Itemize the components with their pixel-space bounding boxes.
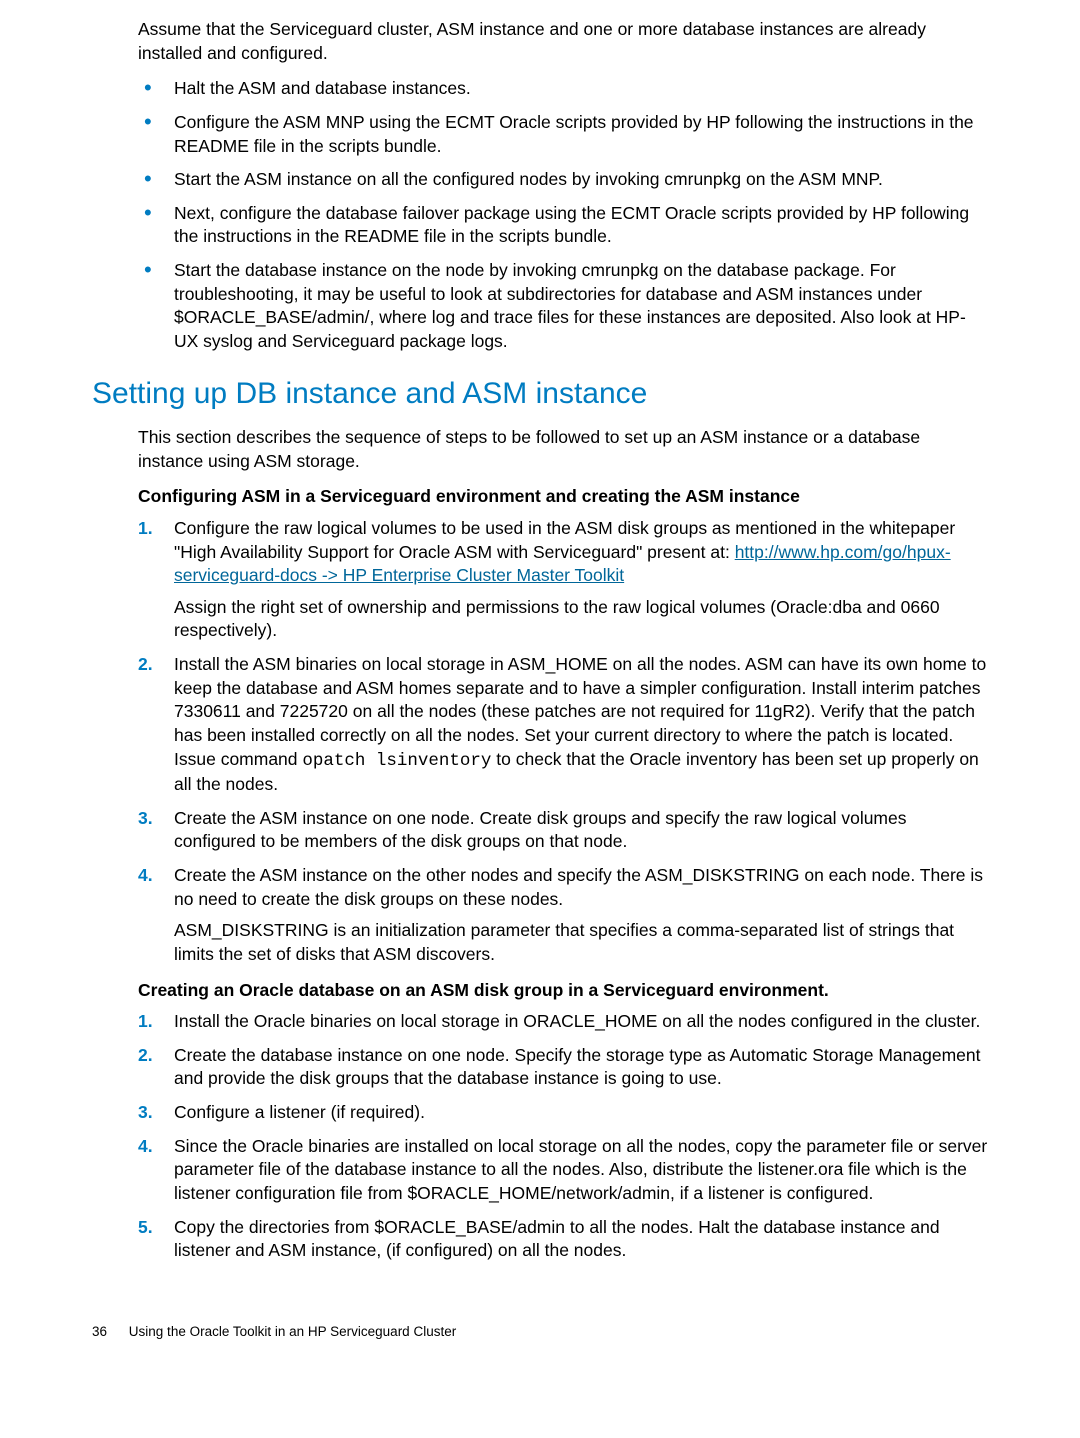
step-number: 1.: [138, 1010, 153, 1034]
list-item: Start the database instance on the node …: [138, 259, 988, 354]
step-text: Install the Oracle binaries on local sto…: [174, 1011, 980, 1031]
bullet-text: Start the database instance on the node …: [174, 260, 966, 351]
bullet-text: Next, configure the database failover pa…: [174, 203, 969, 247]
body-block: Assume that the Serviceguard cluster, AS…: [138, 18, 988, 1263]
step-subtext: Assign the right set of ownership and pe…: [174, 596, 988, 643]
list-item: 4. Create the ASM instance on the other …: [138, 864, 988, 967]
list-item: 3. Configure a listener (if required).: [138, 1101, 988, 1125]
list-item: 2. Install the ASM binaries on local sto…: [138, 653, 988, 797]
step-number: 1.: [138, 517, 153, 541]
inline-code: opatch lsinventory: [302, 751, 491, 771]
list-item: 1. Configure the raw logical volumes to …: [138, 517, 988, 643]
step-text: Create the database instance on one node…: [174, 1045, 981, 1089]
section-heading: Setting up DB instance and ASM instance: [92, 374, 988, 415]
page-number: 36: [92, 1323, 107, 1341]
list-item: 1. Install the Oracle binaries on local …: [138, 1010, 988, 1034]
bullet-text: Halt the ASM and database instances.: [174, 78, 471, 98]
subsection-heading: Configuring ASM in a Serviceguard enviro…: [138, 485, 988, 509]
step-text: Since the Oracle binaries are installed …: [174, 1136, 987, 1203]
list-item: Start the ASM instance on all the config…: [138, 168, 988, 192]
list-item: 4. Since the Oracle binaries are install…: [138, 1135, 988, 1206]
section-intro: This section describes the sequence of s…: [138, 426, 988, 473]
step-text: Configure a listener (if required).: [174, 1102, 425, 1122]
bullet-list: Halt the ASM and database instances. Con…: [138, 77, 988, 353]
page-container: Assume that the Serviceguard cluster, AS…: [0, 0, 1080, 1371]
numbered-list-1: 1. Configure the raw logical volumes to …: [138, 517, 988, 967]
intro-paragraph: Assume that the Serviceguard cluster, AS…: [138, 18, 988, 65]
step-number: 4.: [138, 864, 153, 888]
subsection-heading: Creating an Oracle database on an ASM di…: [138, 979, 988, 1003]
step-number: 2.: [138, 653, 153, 677]
numbered-list-2: 1. Install the Oracle binaries on local …: [138, 1010, 988, 1263]
list-item: 3. Create the ASM instance on one node. …: [138, 807, 988, 854]
step-text: Create the ASM instance on one node. Cre…: [174, 808, 907, 852]
list-item: Next, configure the database failover pa…: [138, 202, 988, 249]
bullet-text: Start the ASM instance on all the config…: [174, 169, 883, 189]
step-text: Create the ASM instance on the other nod…: [174, 865, 983, 909]
list-item: Halt the ASM and database instances.: [138, 77, 988, 101]
step-number: 2.: [138, 1044, 153, 1068]
step-number: 4.: [138, 1135, 153, 1159]
step-number: 5.: [138, 1216, 153, 1240]
step-text: Copy the directories from $ORACLE_BASE/a…: [174, 1217, 940, 1261]
list-item: Configure the ASM MNP using the ECMT Ora…: [138, 111, 988, 158]
step-number: 3.: [138, 807, 153, 831]
page-footer: 36 Using the Oracle Toolkit in an HP Ser…: [92, 1323, 988, 1341]
footer-title: Using the Oracle Toolkit in an HP Servic…: [129, 1324, 456, 1339]
step-number: 3.: [138, 1101, 153, 1125]
step-subtext: ASM_DISKSTRING is an initialization para…: [174, 919, 988, 966]
list-item: 2. Create the database instance on one n…: [138, 1044, 988, 1091]
list-item: 5. Copy the directories from $ORACLE_BAS…: [138, 1216, 988, 1263]
bullet-text: Configure the ASM MNP using the ECMT Ora…: [174, 112, 974, 156]
